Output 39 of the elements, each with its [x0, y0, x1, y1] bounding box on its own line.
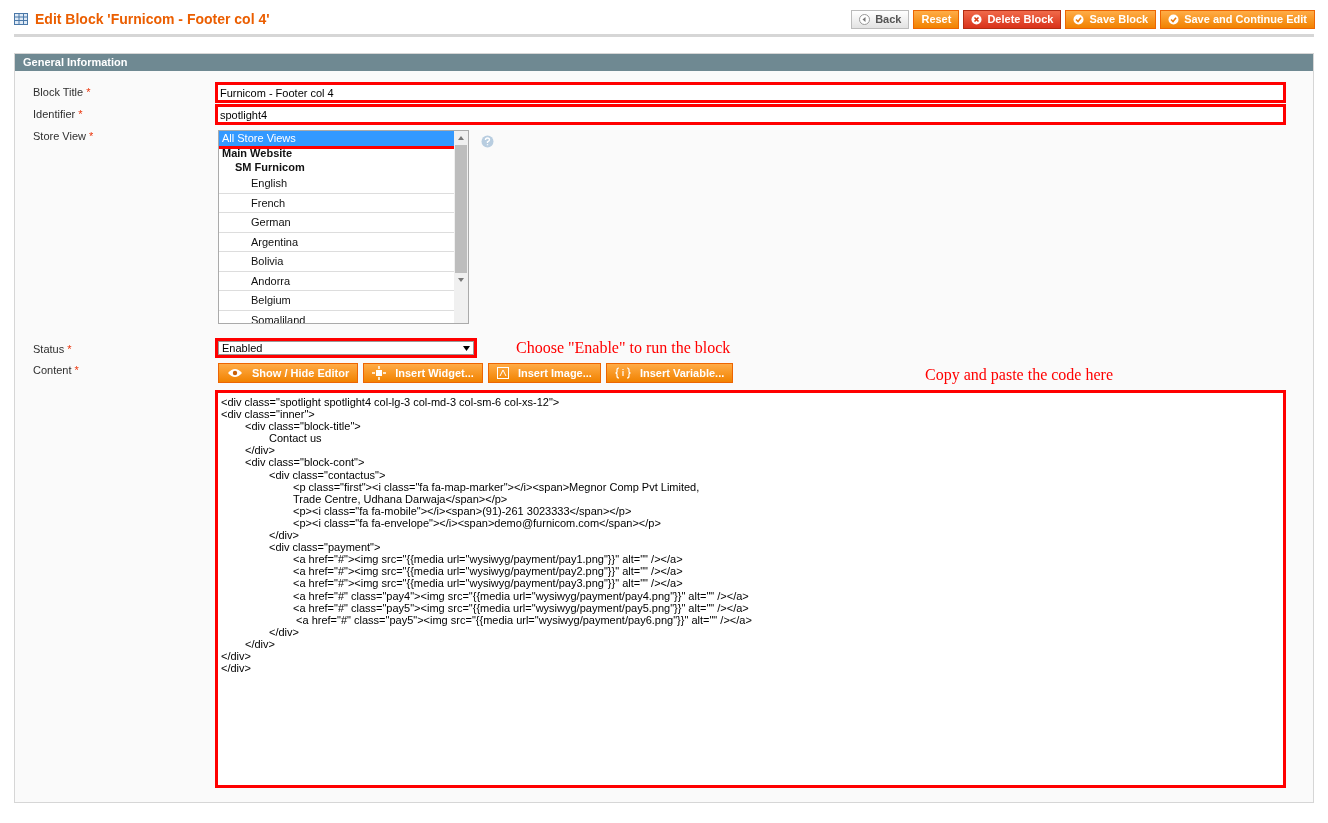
required-mark: *	[86, 85, 91, 98]
scrollbar[interactable]	[454, 131, 468, 323]
store-view-option[interactable]: Belgium	[219, 291, 454, 311]
required-mark: *	[67, 342, 72, 355]
field-label: Content	[33, 363, 72, 376]
store-view-option[interactable]: French	[219, 193, 454, 213]
block-title-field[interactable]: Furnicom - Footer col 4	[218, 85, 1283, 100]
toolbar-button[interactable]: Back	[851, 9, 910, 29]
checkmark-icon	[1168, 13, 1180, 25]
toolbar-button[interactable]: Delete Block	[963, 9, 1062, 29]
variable-icon	[614, 367, 631, 379]
content-field[interactable]: <div class="spotlight spotlight4 col-lg-3 col-md-3 col-sm-6 col-xs-12"> <div class="inner"> <div class="block-title"> Contact us </div> <div class="block-cont"> <div class="contactus"> <p class="first"><i class="fa fa-map-marker"></i><span>Megnor Comp Pvt Limited, Trade Centre, Udhana Darwaja</span></p> <p><i class="fa fa-mobile"></i><span>(91)-261 3023333</span></p> <p><i class="fa fa-envelope"></i><span>demo@furnicom.com</span></p> </div> <div class="payment"> <a href="#"><img src="{{media url="wysiwyg/payment/pay1.png"}}" alt="" /></a> <a href="#"><img src="{{media url="wysiwyg/payment/pay2.png"}}" alt="" /></a> <a href="#"><img src="{{media url="wysiwyg/payment/pay3.png"}}" alt="" /></a> <a href="#" class="pay4"><img src="{{media url="wysiwyg/payment/pay4.png"}}" alt="" /></a> <a href="#" class="pay5"><img src="{{media url="wysiwyg/payment/pay5.png"}}" alt="" /></a> <a href="#" class="pay5"><img src="{{media url="wysiwyg/payment/pay6.png"}}" alt="" /></a> </div> </div> </div> </div>	[218, 393, 1283, 785]
annotation-text: Copy and paste the code here	[925, 366, 1113, 384]
required-mark: *	[78, 107, 83, 120]
field-label: Status	[33, 342, 65, 355]
store-view-option[interactable]: Argentina	[219, 232, 454, 252]
status-dropdown[interactable]: Enabled	[218, 341, 474, 355]
field-label: Identifier	[33, 107, 76, 120]
store-view-option[interactable]: Andorra	[219, 271, 454, 291]
store-view-option[interactable]: Main Website	[219, 146, 454, 160]
grid-icon	[14, 13, 28, 25]
caret-icon	[463, 345, 470, 351]
identifier-field[interactable]: spotlight4	[218, 107, 1283, 122]
checkmark-icon	[1073, 13, 1085, 25]
annotation-text: Choose "Enable" to run the block	[516, 339, 731, 357]
delete-icon	[971, 13, 983, 25]
eye-icon	[227, 368, 243, 378]
required-mark: *	[89, 129, 94, 142]
page-title: Edit Block 'Furnicom - Footer col 4'	[35, 11, 270, 27]
widget-icon	[372, 366, 387, 380]
store-view-option[interactable]: SM Furnicom	[219, 160, 454, 174]
image-icon	[496, 367, 509, 379]
store-view-option[interactable]: Bolivia	[219, 252, 454, 272]
section-header: General Information	[15, 54, 1313, 71]
field-label: Block Title	[33, 85, 84, 98]
store-view-option[interactable]: English	[219, 174, 454, 194]
field-label: Store View	[33, 129, 86, 142]
store-view-option[interactable]: German	[219, 213, 454, 233]
required-mark: *	[74, 363, 79, 376]
